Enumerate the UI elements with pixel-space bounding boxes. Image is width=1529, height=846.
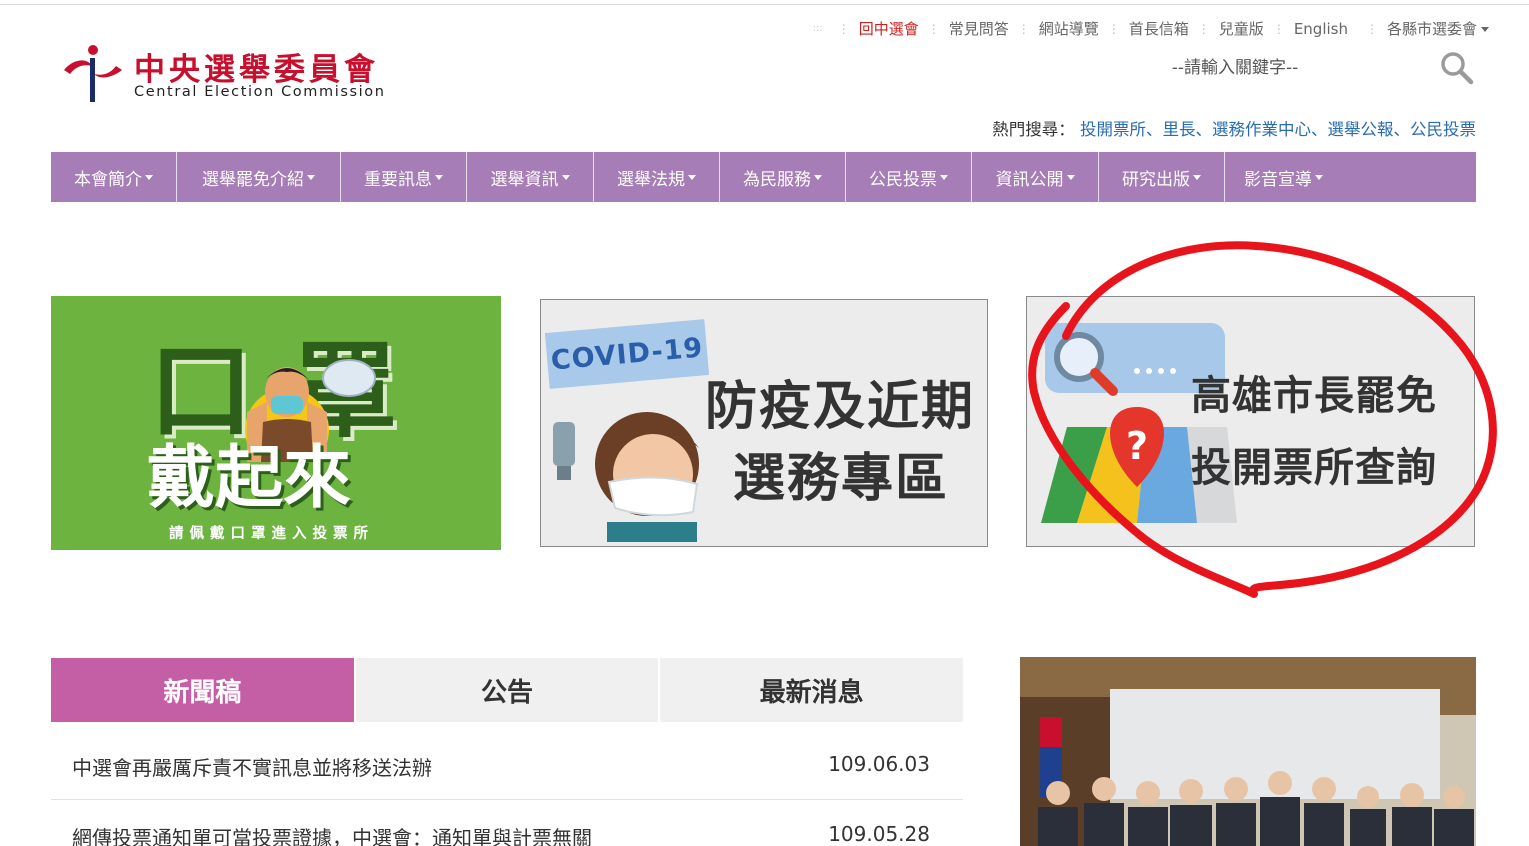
search-icon <box>1441 51 1474 84</box>
banner-mask-caption: 請佩戴口罩進入投票所 <box>169 526 374 542</box>
news-date: 109.06.03 <box>828 752 930 776</box>
tab-press-release[interactable]: 新聞稿 <box>51 658 356 722</box>
list-item[interactable]: 網傳投票通知單可當投票證據，中選會：通知單與計票無關 109.05.28 <box>51 800 963 846</box>
banner-mask-line2: 戴起來 <box>147 439 352 518</box>
hot-search-item[interactable]: 投開票所 <box>1080 120 1146 139</box>
hot-search-item[interactable]: 里長 <box>1163 120 1196 139</box>
news-photo[interactable] <box>1020 657 1476 846</box>
link-home[interactable]: 回中選會 <box>859 18 919 39</box>
news-title: 中選會再嚴厲斥責不實訊息並將移送法辦 <box>72 756 432 780</box>
hot-search-item[interactable]: 選務作業中心 <box>1212 120 1311 139</box>
chevron-down-icon <box>1193 174 1201 180</box>
link-faq[interactable]: 常見問答 <box>949 18 1009 39</box>
list-item[interactable]: 中選會再嚴厲斥責不實訊息並將移送法辦 109.06.03 <box>51 730 963 800</box>
link-english[interactable]: English <box>1294 20 1348 38</box>
nav-item-referendum[interactable]: 公民投票 <box>846 152 972 202</box>
accesskey-marker: ::: <box>812 23 823 34</box>
tab-announcement[interactable]: 公告 <box>355 658 661 722</box>
chevron-down-icon <box>561 174 570 180</box>
nav-item-election-law[interactable]: 選舉法規 <box>594 152 720 202</box>
nav-item-election-intro[interactable]: 選舉罷免介紹 <box>177 152 341 202</box>
search-input[interactable] <box>1040 48 1430 88</box>
nav-item-research[interactable]: 研究出版 <box>1099 152 1225 202</box>
news-title: 網傳投票通知單可當投票證據，中選會：通知單與計票無關 <box>72 826 592 846</box>
top-links-bar: ::: ⋮ 回中選會 ⋮ 常見問答 ⋮ 網站導覽 ⋮ 首長信箱 ⋮ 兒童版 ⋮ … <box>813 18 1489 39</box>
logo-subtitle: Central Election Commission <box>134 84 386 100</box>
hot-search-item[interactable]: 選舉公報 <box>1328 120 1394 139</box>
logo-title: 中央選舉委員會 <box>134 52 379 88</box>
news-list: 中選會再嚴厲斥責不實訊息並將移送法辦 109.06.03 網傳投票通知單可當投票… <box>51 730 963 846</box>
chevron-down-icon <box>1481 27 1489 32</box>
hot-search: 熱門搜尋： 投開票所、里長、選務作業中心、選舉公報、公民投票 <box>992 120 1476 139</box>
county-commissions-dropdown[interactable]: 各縣市選委會 <box>1387 18 1489 39</box>
hot-search-item[interactable]: 公民投票 <box>1410 120 1476 139</box>
chevron-down-icon <box>688 174 696 180</box>
tab-latest-news[interactable]: 最新消息 <box>660 658 964 722</box>
chevron-down-icon <box>145 174 153 180</box>
group-photo-image <box>1020 657 1476 846</box>
link-sitemap[interactable]: 網站導覽 <box>1039 18 1099 39</box>
covid-tag: COVID-19 <box>544 319 710 389</box>
main-nav: 本會簡介 選舉罷免介紹 重要訊息 選舉資訊 選舉法規 為民服務 公民投票 資訊公… <box>51 152 1476 202</box>
hot-search-label: 熱門搜尋： <box>992 120 1075 139</box>
banner-covid-line1: 防疫及近期 <box>705 377 976 437</box>
nav-item-election-info[interactable]: 選舉資訊 <box>467 152 594 202</box>
search-box <box>1040 48 1480 88</box>
top-border <box>0 4 1529 5</box>
chevron-down-icon <box>1066 174 1075 180</box>
banner-covid-zone[interactable]: COVID-19 防疫及近期 選務專區 <box>540 299 988 547</box>
site-logo[interactable]: 中央選舉委員會 Central Election Commission <box>62 44 407 104</box>
map-pin-search-icon: ? <box>1041 332 1237 523</box>
banner-covid-line2: 選務專區 <box>733 449 950 509</box>
chevron-down-icon <box>814 174 822 180</box>
link-director-mailbox[interactable]: 首長信箱 <box>1129 18 1189 39</box>
nav-item-important-news[interactable]: 重要訊息 <box>341 152 467 202</box>
news-tabs: 新聞稿 公告 最新消息 <box>51 658 964 722</box>
nav-item-about[interactable]: 本會簡介 <box>51 152 177 202</box>
svg-text:?: ? <box>1126 424 1148 468</box>
news-date: 109.05.28 <box>828 822 930 846</box>
banner-kaohsiung-recall-polling-query[interactable]: ? 高雄市長罷免 投開票所查詢 <box>1026 296 1475 547</box>
logo-emblem-icon <box>64 45 122 102</box>
chevron-down-icon <box>435 174 443 180</box>
nav-item-media[interactable]: 影音宣導 <box>1225 152 1476 202</box>
link-kids-version[interactable]: 兒童版 <box>1219 18 1264 39</box>
banner-recall-line1: 高雄市長罷免 <box>1191 373 1437 419</box>
chevron-down-icon <box>1315 174 1323 180</box>
banner-recall-line2: 投開票所查詢 <box>1191 445 1437 491</box>
search-button[interactable] <box>1438 50 1476 88</box>
nav-item-info-disclosure[interactable]: 資訊公開 <box>972 152 1099 202</box>
nav-item-public-service[interactable]: 為民服務 <box>720 152 846 202</box>
person-thermometer-icon <box>553 412 699 542</box>
chevron-down-icon <box>940 174 948 180</box>
chevron-down-icon <box>307 174 315 180</box>
banner-wear-mask[interactable]: 口 罩 戴起來 請佩戴口罩進入投票所 <box>51 296 501 550</box>
